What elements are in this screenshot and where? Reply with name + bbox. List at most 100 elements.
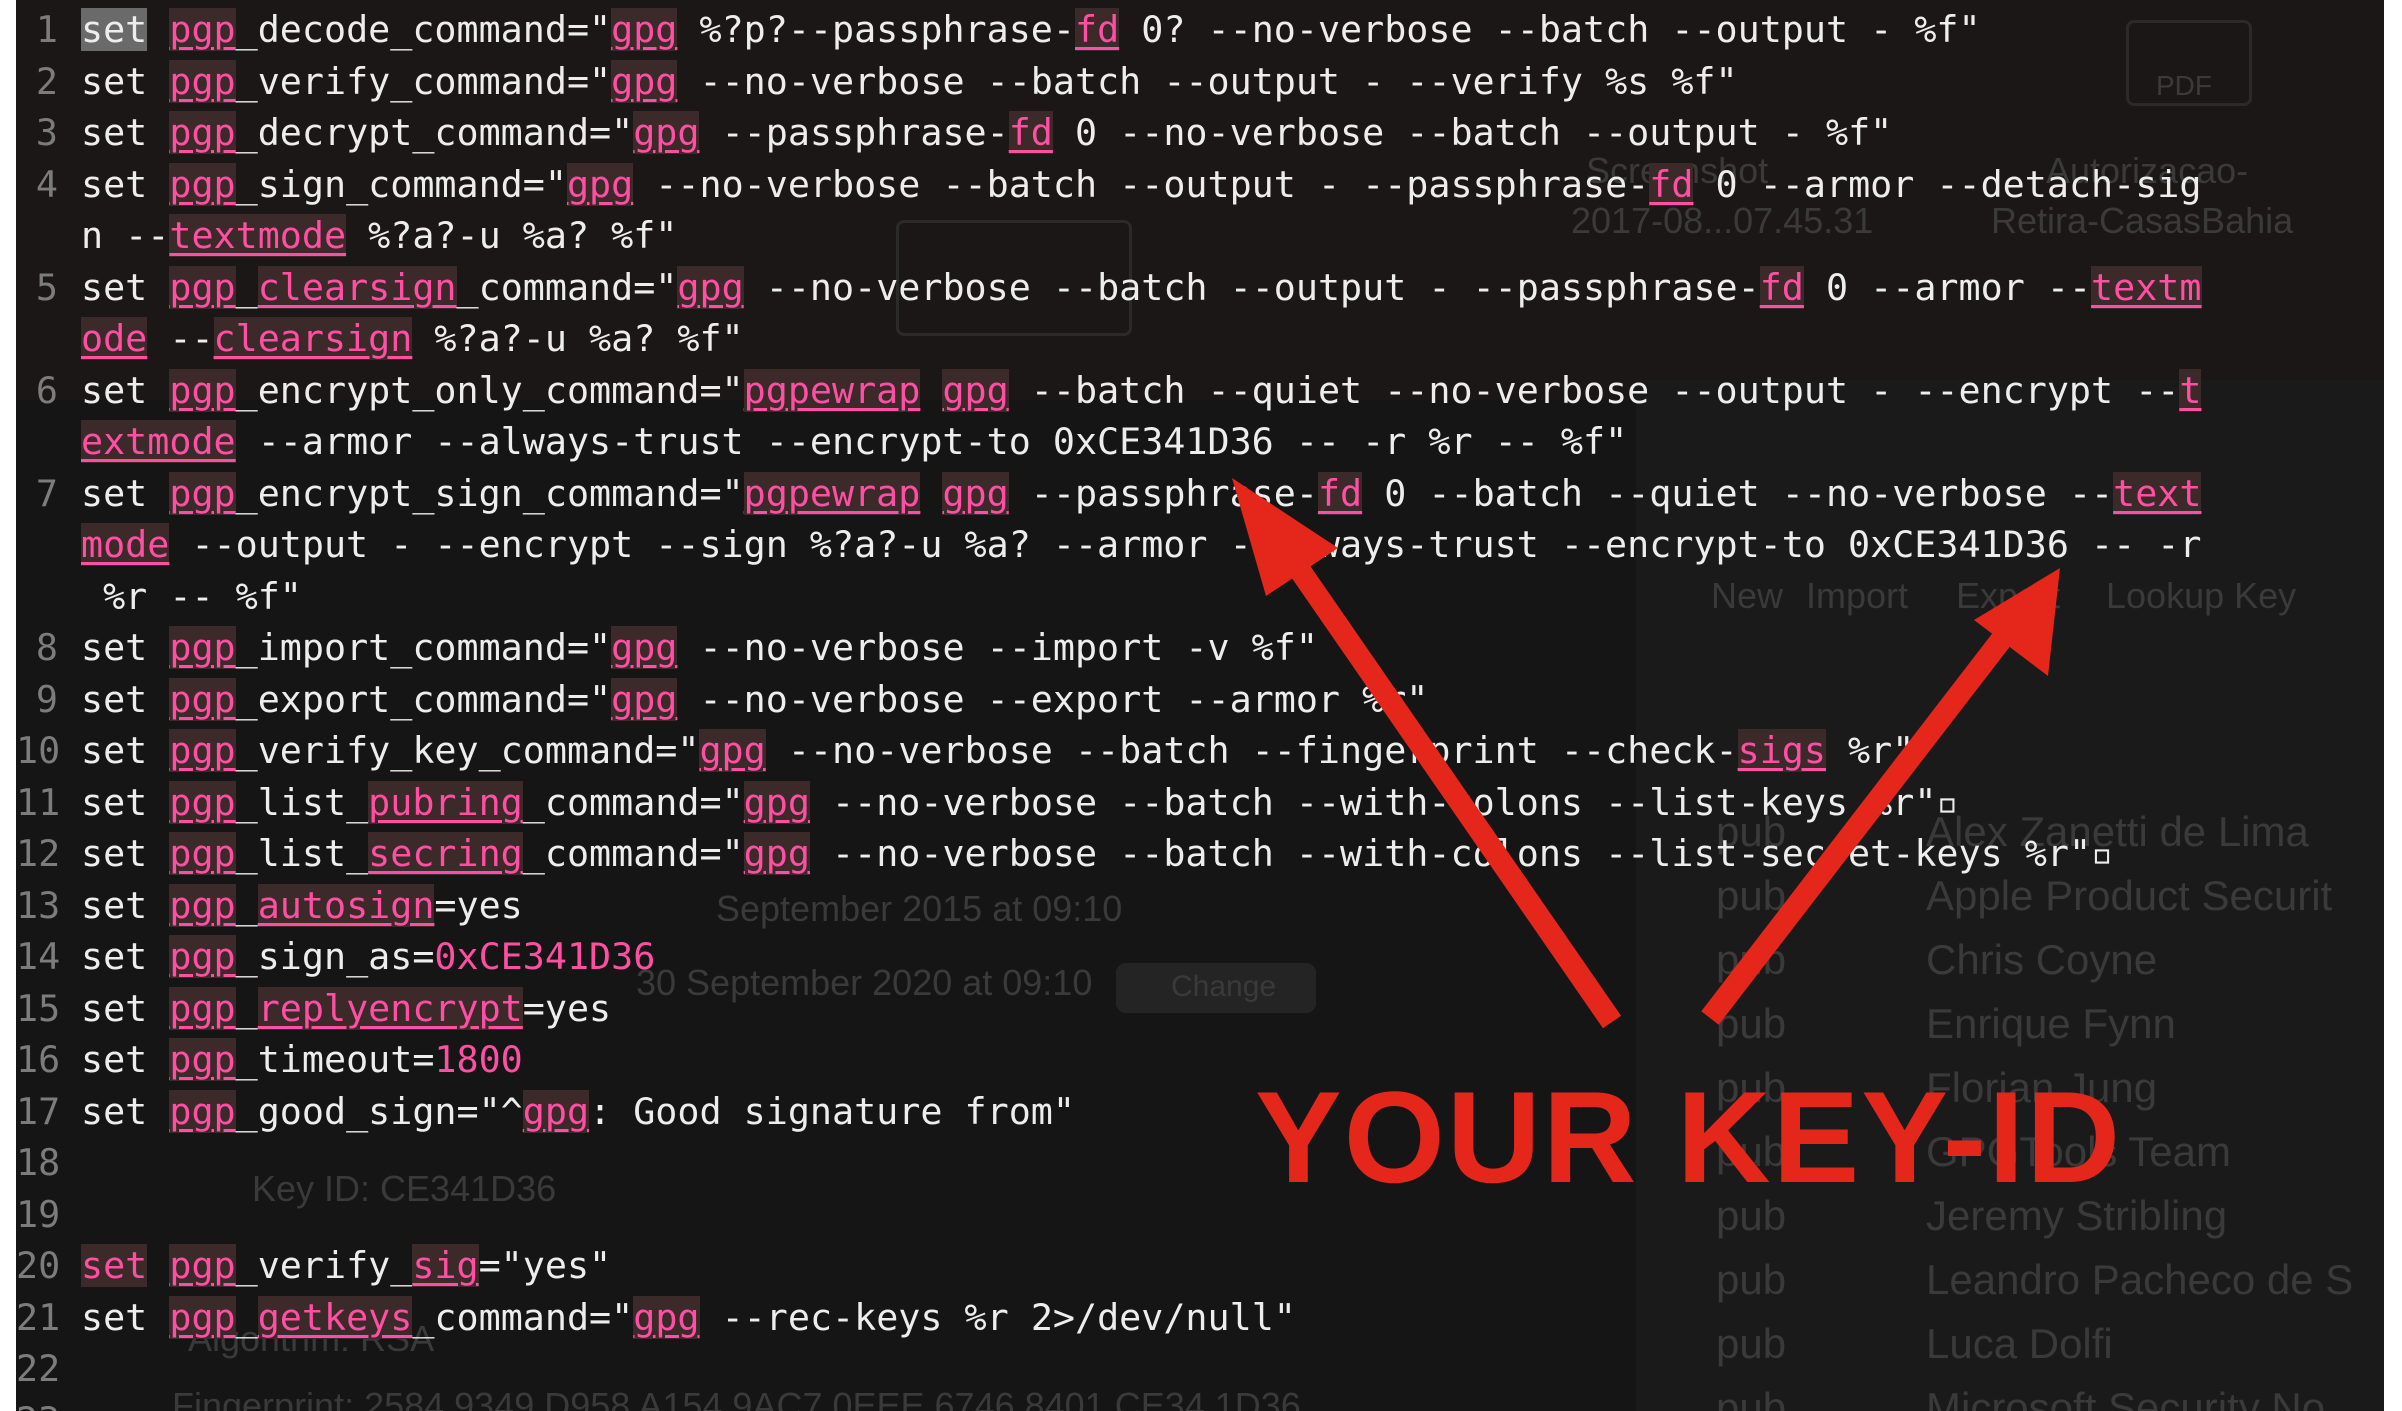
code-text: _sign_as= xyxy=(235,935,435,978)
bg-key-name: Leandro Pacheco de S xyxy=(1926,1256,2354,1303)
highlighted-token: textmode xyxy=(169,214,347,257)
code-text: --no-verbose --import -v %f" xyxy=(677,626,1318,669)
code-text: _ xyxy=(235,1295,258,1339)
code-text: %?a?-u %a? %f" xyxy=(346,214,678,257)
line-text: set pgp_getkeys_command="gpg --rec-keys … xyxy=(81,1292,1296,1344)
code-text: _import_command=" xyxy=(235,626,612,669)
highlighted-token: pgp xyxy=(169,986,236,1030)
highlighted-token: gpg xyxy=(566,162,634,206)
line-text: set pgp_clearsign_command="gpg --no-verb… xyxy=(81,262,2202,314)
line-number: 13 xyxy=(16,883,61,927)
line-text: set pgp_decrypt_command="gpg --passphras… xyxy=(81,107,1892,159)
highlighted-token: pgp xyxy=(169,883,236,927)
code-text: _command=" xyxy=(522,832,744,875)
line-text: set pgp_verify_key_command="gpg --no-ver… xyxy=(81,725,1914,777)
line-text: mode --output - --encrypt --sign %?a?-u … xyxy=(81,519,2201,571)
bg-expires: 30 September 2020 at 09:10 xyxy=(636,962,1093,1003)
highlighted-token: 1800 xyxy=(434,1038,523,1081)
line-number: 19 xyxy=(16,1192,61,1236)
code-text: _command=" xyxy=(456,265,678,309)
code-text: _ xyxy=(235,883,258,927)
highlighted-token: fd xyxy=(1008,111,1053,154)
code-text: =yes xyxy=(522,986,612,1030)
bg-toolbar-import: Import xyxy=(1806,575,1909,616)
highlighted-token: pgp xyxy=(169,368,236,412)
code-text: --rec-keys %r 2>/dev/null" xyxy=(699,1295,1296,1339)
line-number: 3 xyxy=(35,111,58,154)
highlighted-token: gpg xyxy=(611,626,678,669)
line-text: set pgp_decode_command="gpg %?p?--passph… xyxy=(81,4,1981,56)
line-number: 2 xyxy=(35,59,58,103)
line-number: 22 xyxy=(16,1347,61,1390)
line-number: 23 xyxy=(16,1395,60,1411)
code-text: --no-verbose --batch --fingerprint --che… xyxy=(765,729,1738,772)
highlighted-token: gpg xyxy=(699,729,766,772)
code-text: _decrypt_command=" xyxy=(235,111,634,154)
highlighted-token: sig xyxy=(412,1244,479,1287)
highlighted-token: autosign xyxy=(257,883,435,927)
code-text: set xyxy=(81,832,170,875)
highlighted-token: pgp xyxy=(169,935,236,978)
highlighted-token: pgp xyxy=(169,677,236,721)
code-text: set xyxy=(81,368,170,412)
highlighted-token: pgp xyxy=(169,8,236,51)
highlighted-token: secring xyxy=(368,832,523,875)
code-text: set xyxy=(81,59,170,103)
line-number: 15 xyxy=(16,986,61,1030)
code-text: _ xyxy=(235,265,258,309)
code-text: set xyxy=(81,265,170,309)
code-text: --no-verbose --batch --with-colons --lis… xyxy=(809,780,1959,824)
highlighted-token: pgp xyxy=(169,471,236,515)
key-id-annotation: YOUR KEY-ID xyxy=(1255,1064,2123,1210)
line-text: set pgp_encrypt_sign_command="pgpewrap g… xyxy=(81,468,2202,520)
highlighted-token: pgp xyxy=(169,729,236,772)
highlighted-token: pgp xyxy=(169,265,236,309)
code-text: : Good signature from" xyxy=(589,1089,1075,1133)
code-text: -- xyxy=(147,317,214,360)
line-number: 18 xyxy=(16,1141,61,1184)
bg-key-type: pub xyxy=(1716,1320,1787,1367)
code-text: %?a?-u %a? %f" xyxy=(412,317,744,360)
line-number: 9 xyxy=(35,677,58,721)
highlighted-token: set xyxy=(81,1244,148,1287)
code-text: set xyxy=(81,626,170,669)
bg-key-type: pub xyxy=(1716,936,1787,983)
line-text: set pgp_replyencrypt=yes xyxy=(81,983,611,1035)
code-text: --passphrase- xyxy=(1008,471,1318,515)
highlighted-token: fd xyxy=(1649,162,1694,206)
highlighted-token: gpg xyxy=(611,59,678,103)
line-text: set pgp_export_command="gpg --no-verbose… xyxy=(81,674,1428,726)
line-text: set pgp_verify_command="gpg --no-verbose… xyxy=(81,56,1738,108)
code-text: _command=" xyxy=(412,1295,634,1339)
code-text: set xyxy=(81,677,170,721)
highlighted-token: fd xyxy=(1317,471,1363,515)
code-text: --batch --quiet --no-verbose --output - … xyxy=(1008,368,2180,412)
line-number: 17 xyxy=(16,1089,61,1133)
bg-key-type: pub xyxy=(1716,1384,1787,1411)
highlighted-token: gpg xyxy=(942,471,1009,515)
highlighted-token: gpg xyxy=(677,265,744,309)
line-text: ode --clearsign %?a?-u %a? %f" xyxy=(81,313,744,365)
code-text: --no-verbose --batch --output - --passph… xyxy=(633,162,1650,206)
highlighted-token: pgp xyxy=(169,780,236,824)
line-number: 8 xyxy=(35,626,58,669)
highlighted-token: pgp xyxy=(169,111,236,154)
code-text: _timeout= xyxy=(235,1038,435,1081)
code-text: 0 --no-verbose --batch --output - %f" xyxy=(1052,111,1893,154)
code-text: _decode_command=" xyxy=(235,8,612,51)
line-text: set pgp_sign_as=0xCE341D36 xyxy=(81,931,655,983)
highlighted-token: clearsign xyxy=(213,317,413,360)
line-text: set pgp_encrypt_only_command="pgpewrap g… xyxy=(81,365,2202,417)
code-text: set xyxy=(81,1089,170,1133)
code-text: _export_command=" xyxy=(235,677,612,721)
highlighted-token: gpg xyxy=(743,832,810,875)
highlighted-token: gpg xyxy=(942,368,1009,412)
highlighted-token: ode xyxy=(81,317,148,360)
code-text: _command=" xyxy=(522,780,744,824)
line-number: 21 xyxy=(16,1295,61,1339)
line-text: %r -- %f" xyxy=(81,571,302,623)
code-text: --output - --encrypt --sign %?a?-u %a? -… xyxy=(169,523,2202,566)
